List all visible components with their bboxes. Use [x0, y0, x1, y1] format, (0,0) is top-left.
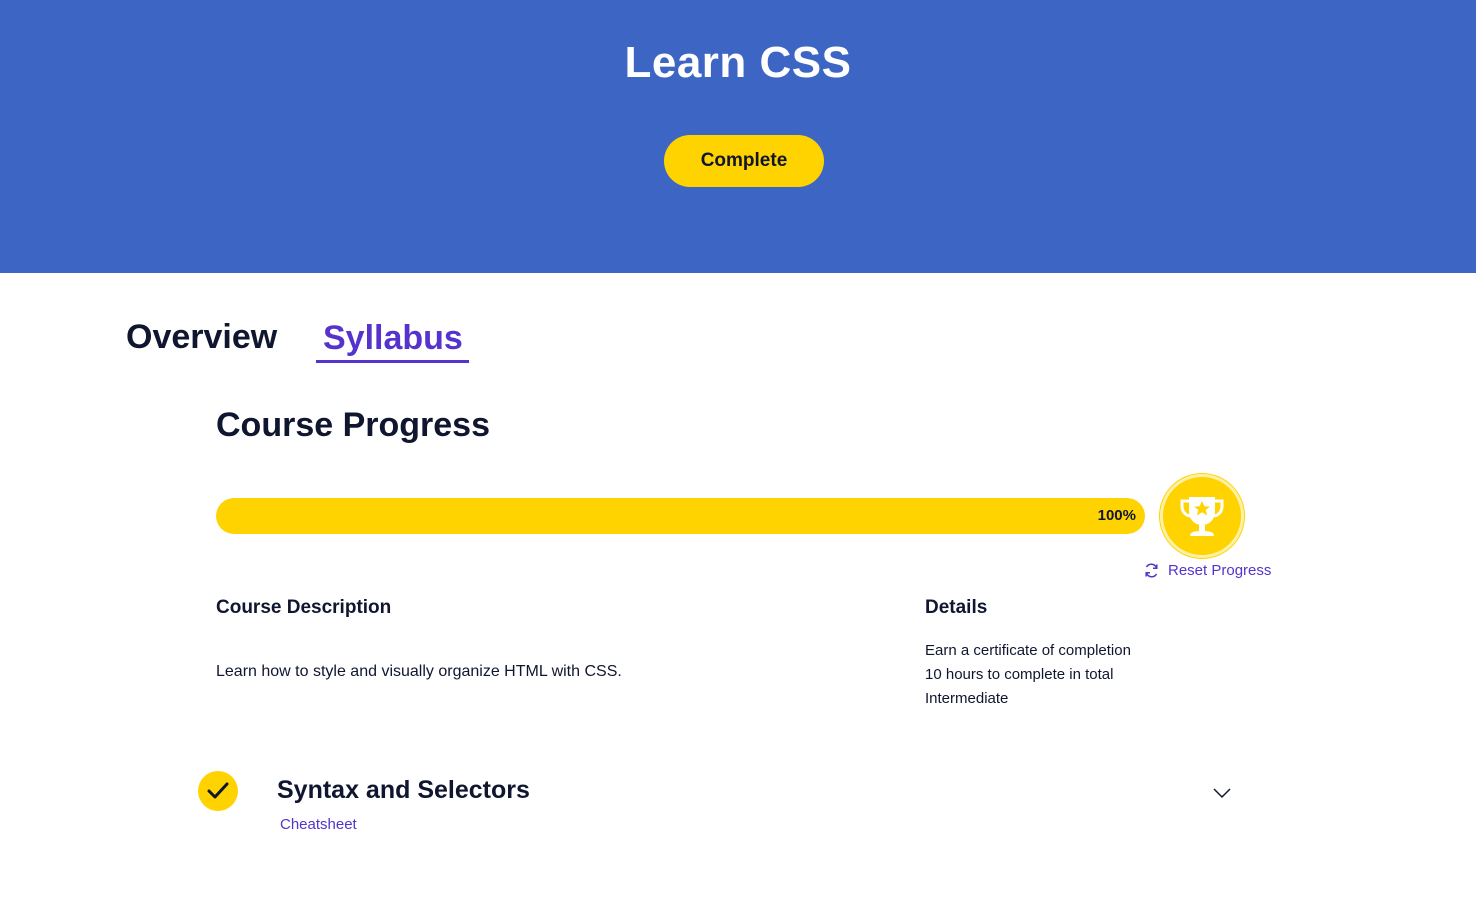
course-hero: Learn CSS Complete: [0, 0, 1476, 273]
progress-bar-fill: [216, 498, 1145, 534]
reset-progress-label: Reset Progress: [1168, 561, 1272, 579]
refresh-icon: [1145, 562, 1158, 578]
progress-percent: 100%: [1097, 507, 1136, 524]
details-heading: Details: [925, 597, 988, 618]
trophy-star-icon: [1180, 497, 1224, 536]
chevron-down-icon[interactable]: [1212, 786, 1232, 800]
course-title: Learn CSS: [624, 38, 852, 87]
course-description-text: Learn how to style and visually organize…: [216, 663, 622, 680]
reset-progress-link[interactable]: Reset Progress: [1143, 560, 1271, 580]
course-progress-title: Course Progress: [216, 406, 490, 444]
module-completed-badge: [198, 771, 238, 811]
details-item-certificate: Earn a certificate of completion: [925, 642, 1131, 659]
details-item-duration: 10 hours to complete in total: [925, 666, 1114, 683]
details-item-level: Intermediate: [925, 690, 1009, 707]
tab-overview[interactable]: Overview: [126, 318, 277, 357]
module-title[interactable]: Syntax and Selectors: [277, 776, 530, 805]
cheatsheet-link[interactable]: Cheatsheet: [280, 816, 357, 833]
checkmark-icon: [207, 782, 229, 799]
course-description-heading: Course Description: [216, 597, 392, 618]
progress-bar: 100%: [216, 498, 1145, 534]
details-list: Earn a certificate of completion 10 hour…: [925, 639, 1131, 711]
tab-syllabus[interactable]: Syllabus: [316, 318, 469, 363]
trophy-badge: [1160, 474, 1244, 558]
complete-button[interactable]: Complete: [664, 135, 824, 187]
